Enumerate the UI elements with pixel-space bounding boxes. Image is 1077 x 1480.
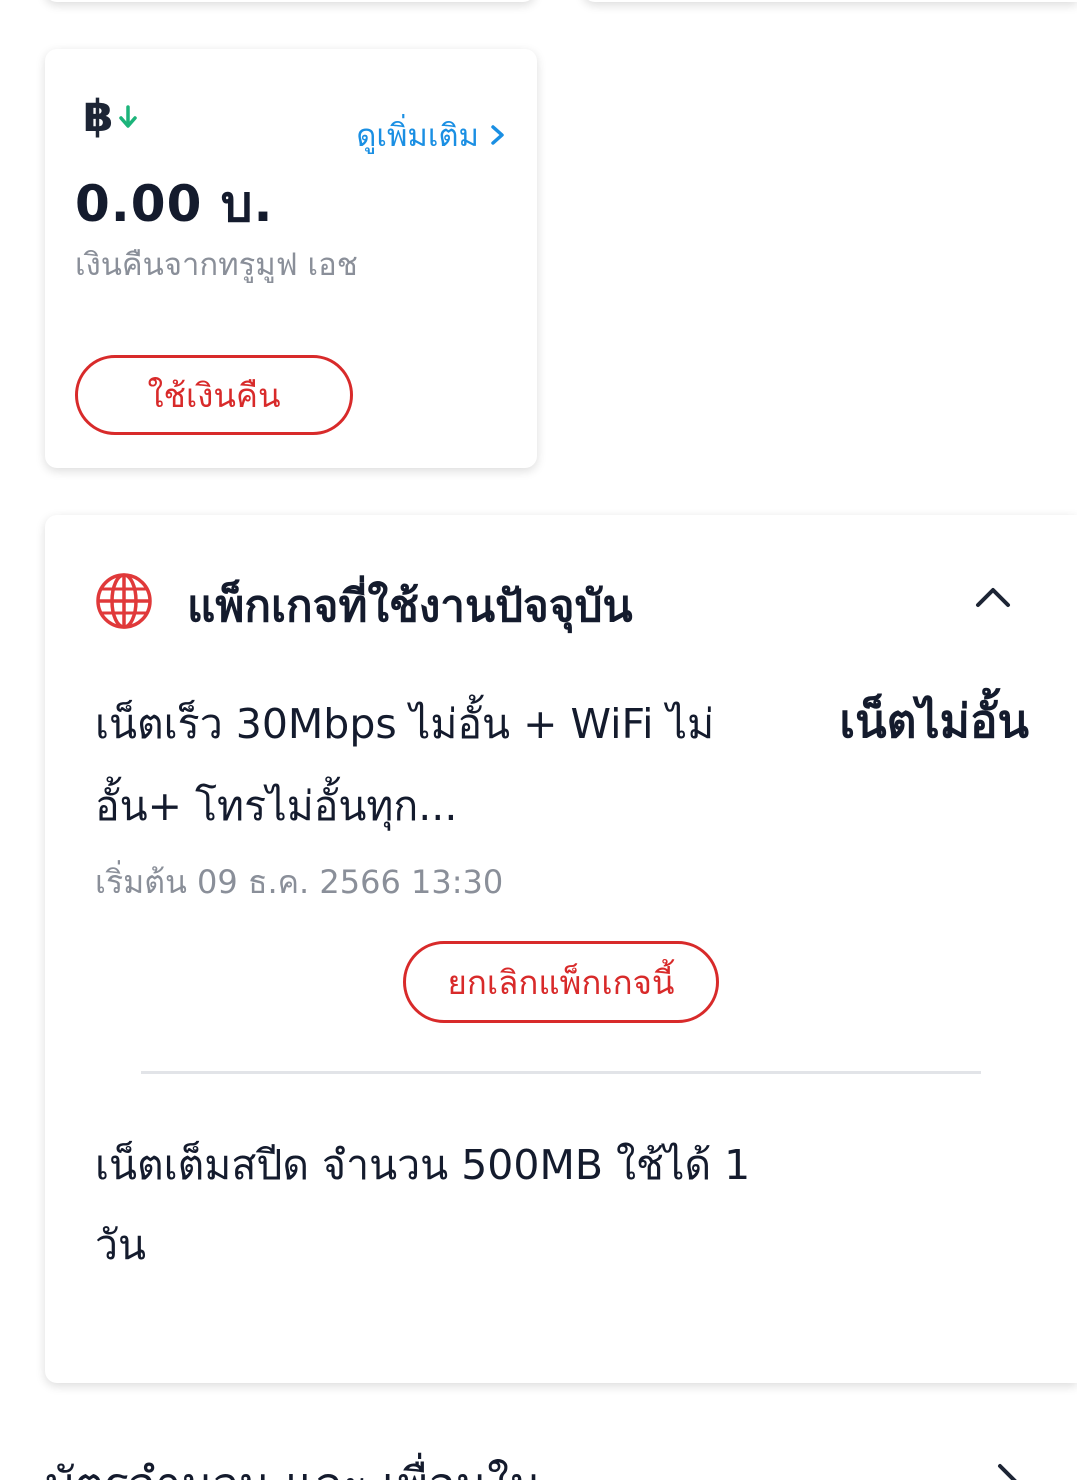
plan-start-date: เริ่มต้น 09 ธ.ค. 2566 13:30 [95, 863, 504, 901]
cashback-card: ฿ ดูเพิ่มเติม 0.00 บ. เงินคืนจากทรูมูฟ เ… [45, 49, 537, 468]
cashback-caption: เงินคืนจากทรูมูฟ เอช [75, 247, 358, 283]
see-more-link[interactable]: ดูเพิ่มเติม [356, 110, 507, 160]
use-cashback-button[interactable]: ใช้เงินคืน [75, 355, 353, 435]
divider [141, 1071, 981, 1074]
chevron-right-icon [491, 125, 504, 145]
chevron-up-icon[interactable] [974, 583, 1012, 611]
cancel-package-button[interactable]: ยกเลิกแพ็กเกจนี้ [403, 941, 719, 1023]
package-section-title: แพ็กเกจที่ใช้งานปัจจุบัน [187, 581, 633, 632]
previous-card-right[interactable] [583, 0, 1077, 2]
current-package-card: แพ็กเกจที่ใช้งานปัจจุบัน เน็ตเร็ว 30Mbps… [45, 515, 1077, 1383]
plan-name: เน็ตเร็ว 30Mbps ไม่อั้น + WiFi ไม่อั้น+ … [95, 700, 715, 830]
page: ฿ ดูเพิ่มเติม 0.00 บ. เงินคืนจากทรูมูฟ เ… [0, 0, 1077, 1480]
plan-tag: เน็ตไม่อั้น [839, 694, 1029, 748]
previous-card-left[interactable] [45, 0, 535, 2]
globe-icon [96, 573, 152, 629]
addon-package-name: เน็ตเต็มสปีด จำนวน 500MB ใช้ได้ 1 วัน [95, 1141, 751, 1269]
see-more-label: ดูเพิ่มเติม [356, 118, 479, 154]
svg-text:฿: ฿ [83, 91, 114, 139]
next-row-label[interactable]: บัตรจำนวน และ เพื่อนใน [45, 1448, 541, 1480]
cashback-amount: 0.00 บ. [75, 175, 274, 233]
baht-down-icon: ฿ [83, 91, 137, 139]
chevron-right-icon[interactable] [996, 1462, 1020, 1480]
